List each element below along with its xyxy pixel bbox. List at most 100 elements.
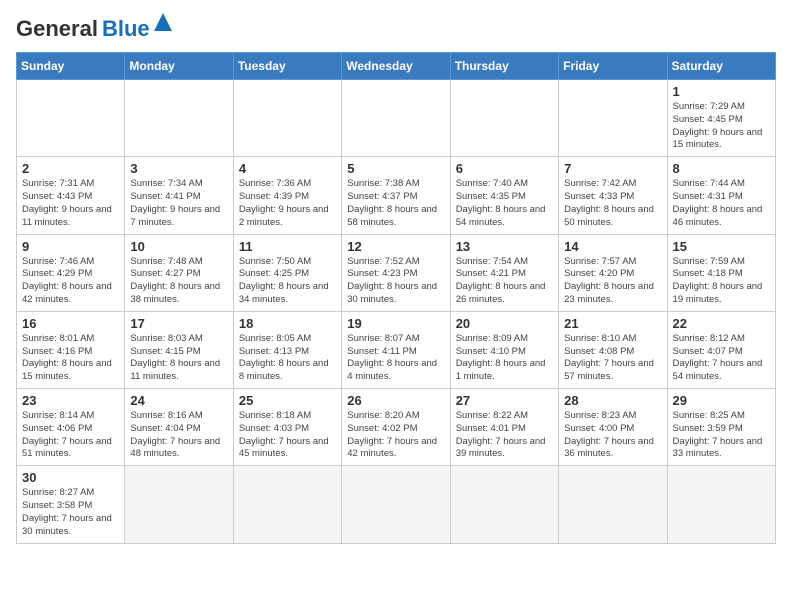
calendar-week-row: 2Sunrise: 7:31 AMSunset: 4:43 PMDaylight… (17, 157, 776, 234)
day-number: 19 (347, 316, 444, 331)
calendar-cell: 24 Sunrise: 8:16 AMSunset: 4:04 PMDayligh… (125, 389, 233, 466)
calendar-cell: 11 Sunrise: 7:50 AMSunset: 4:25 PMDayligh… (233, 234, 341, 311)
logo-blue-text: Blue (102, 16, 150, 42)
day-number: 16 (22, 316, 119, 331)
day-info: Sunrise: 8:16 AMSunset: 4:04 PMDaylight:… (130, 410, 227, 461)
day-number: 29 (673, 393, 770, 408)
day-info: Sunrise: 8:18 AMSunset: 4:03 PMDaylight:… (239, 410, 336, 461)
day-info: Sunrise: 8:20 AMSunset: 4:02 PMDaylight:… (347, 410, 444, 461)
calendar-cell: 10Sunrise: 7:48 AMSunset: 4:27 PMDayligh… (125, 234, 233, 311)
day-info: Sunrise: 7:54 AMSunset: 4:21 PMDaylight:… (456, 256, 553, 307)
day-number: 26 (347, 393, 444, 408)
day-info: Sunrise: 7:42 AMSunset: 4:33 PMDaylight:… (564, 178, 661, 229)
day-info: Sunrise: 7:31 AMSunset: 4:43 PMDaylight:… (22, 178, 119, 229)
calendar-cell: 5Sunrise: 7:38 AMSunset: 4:37 PMDaylight… (342, 157, 450, 234)
day-info: Sunrise: 8:14 AMSunset: 4:06 PMDaylight:… (22, 410, 119, 461)
day-info: Sunrise: 8:27 AMSunset: 3:58 PMDaylight:… (22, 487, 119, 538)
day-info: Sunrise: 8:10 AMSunset: 4:08 PMDaylight:… (564, 333, 661, 384)
day-number: 15 (673, 239, 770, 254)
calendar-cell: 8 Sunrise: 7:44 AMSunset: 4:31 PMDaylight… (667, 157, 775, 234)
day-number: 7 (564, 161, 661, 176)
calendar-cell (125, 466, 233, 543)
calendar-cell: 26 Sunrise: 8:20 AMSunset: 4:02 PMDayligh… (342, 389, 450, 466)
day-info: Sunrise: 8:01 AMSunset: 4:16 PMDaylight:… (22, 333, 119, 384)
calendar-cell (125, 80, 233, 157)
day-info: Sunrise: 8:25 AMSunset: 3:59 PMDaylight:… (673, 410, 770, 461)
day-number: 4 (239, 161, 336, 176)
calendar-cell: 18 Sunrise: 8:05 AMSunset: 4:13 PMDayligh… (233, 311, 341, 388)
calendar-cell: 9 Sunrise: 7:46 AMSunset: 4:29 PMDaylight… (17, 234, 125, 311)
day-info: Sunrise: 7:50 AMSunset: 4:25 PMDaylight:… (239, 256, 336, 307)
day-number: 5 (347, 161, 444, 176)
calendar-cell: 20Sunrise: 8:09 AMSunset: 4:10 PMDayligh… (450, 311, 558, 388)
day-info: Sunrise: 7:29 AMSunset: 4:45 PMDaylight:… (673, 101, 770, 152)
day-number: 11 (239, 239, 336, 254)
day-number: 1 (673, 84, 770, 99)
day-number: 28 (564, 393, 661, 408)
calendar-cell: 12 Sunrise: 7:52 AMSunset: 4:23 PMDayligh… (342, 234, 450, 311)
day-number: 13 (456, 239, 553, 254)
calendar-cell (233, 466, 341, 543)
calendar-cell: 30 Sunrise: 8:27 AMSunset: 3:58 PMDayligh… (17, 466, 125, 543)
day-number: 9 (22, 239, 119, 254)
logo: General Blue (16, 16, 172, 42)
day-info: Sunrise: 7:57 AMSunset: 4:20 PMDaylight:… (564, 256, 661, 307)
calendar-cell (450, 466, 558, 543)
calendar-cell: 6 Sunrise: 7:40 AMSunset: 4:35 PMDaylight… (450, 157, 558, 234)
day-info: Sunrise: 7:34 AMSunset: 4:41 PMDaylight:… (130, 178, 227, 229)
logo-general-text: General (16, 16, 98, 42)
day-number: 21 (564, 316, 661, 331)
calendar-cell (342, 466, 450, 543)
day-number: 12 (347, 239, 444, 254)
col-header-friday: Friday (559, 53, 667, 80)
calendar-cell: 17 Sunrise: 8:03 AMSunset: 4:15 PMDayligh… (125, 311, 233, 388)
calendar-week-row: 9 Sunrise: 7:46 AMSunset: 4:29 PMDaylight… (17, 234, 776, 311)
calendar-cell (559, 466, 667, 543)
calendar-cell (233, 80, 341, 157)
calendar-week-row: 1 Sunrise: 7:29 AMSunset: 4:45 PMDaylight… (17, 80, 776, 157)
day-number: 18 (239, 316, 336, 331)
day-info: Sunrise: 8:03 AMSunset: 4:15 PMDaylight:… (130, 333, 227, 384)
day-number: 25 (239, 393, 336, 408)
calendar-cell: 4 Sunrise: 7:36 AMSunset: 4:39 PMDaylight… (233, 157, 341, 234)
day-info: Sunrise: 7:44 AMSunset: 4:31 PMDaylight:… (673, 178, 770, 229)
calendar-cell (342, 80, 450, 157)
col-header-wednesday: Wednesday (342, 53, 450, 80)
calendar-cell: 28 Sunrise: 8:23 AMSunset: 4:00 PMDayligh… (559, 389, 667, 466)
day-info: Sunrise: 8:22 AMSunset: 4:01 PMDaylight:… (456, 410, 553, 461)
day-number: 3 (130, 161, 227, 176)
calendar-cell (559, 80, 667, 157)
calendar-cell: 1 Sunrise: 7:29 AMSunset: 4:45 PMDaylight… (667, 80, 775, 157)
calendar-cell: 2Sunrise: 7:31 AMSunset: 4:43 PMDaylight… (17, 157, 125, 234)
calendar-cell: 13 Sunrise: 7:54 AMSunset: 4:21 PMDayligh… (450, 234, 558, 311)
day-info: Sunrise: 7:52 AMSunset: 4:23 PMDaylight:… (347, 256, 444, 307)
calendar-cell: 27 Sunrise: 8:22 AMSunset: 4:01 PMDayligh… (450, 389, 558, 466)
calendar-cell (450, 80, 558, 157)
calendar-cell: 22Sunrise: 8:12 AMSunset: 4:07 PMDayligh… (667, 311, 775, 388)
calendar-cell (17, 80, 125, 157)
day-info: Sunrise: 8:12 AMSunset: 4:07 PMDaylight:… (673, 333, 770, 384)
day-number: 24 (130, 393, 227, 408)
day-number: 17 (130, 316, 227, 331)
col-header-thursday: Thursday (450, 53, 558, 80)
day-number: 6 (456, 161, 553, 176)
day-number: 8 (673, 161, 770, 176)
day-info: Sunrise: 7:46 AMSunset: 4:29 PMDaylight:… (22, 256, 119, 307)
day-info: Sunrise: 7:48 AMSunset: 4:27 PMDaylight:… (130, 256, 227, 307)
day-number: 14 (564, 239, 661, 254)
col-header-tuesday: Tuesday (233, 53, 341, 80)
calendar-cell: 29 Sunrise: 8:25 AMSunset: 3:59 PMDayligh… (667, 389, 775, 466)
calendar-cell: 25 Sunrise: 8:18 AMSunset: 4:03 PMDayligh… (233, 389, 341, 466)
day-number: 30 (22, 470, 119, 485)
day-number: 27 (456, 393, 553, 408)
col-header-sunday: Sunday (17, 53, 125, 80)
day-info: Sunrise: 7:40 AMSunset: 4:35 PMDaylight:… (456, 178, 553, 229)
day-number: 20 (456, 316, 553, 331)
calendar-cell: 3 Sunrise: 7:34 AMSunset: 4:41 PMDaylight… (125, 157, 233, 234)
day-info: Sunrise: 7:36 AMSunset: 4:39 PMDaylight:… (239, 178, 336, 229)
header: General Blue (16, 16, 776, 42)
calendar-cell: 19Sunrise: 8:07 AMSunset: 4:11 PMDayligh… (342, 311, 450, 388)
calendar-cell: 15Sunrise: 7:59 AMSunset: 4:18 PMDayligh… (667, 234, 775, 311)
day-info: Sunrise: 8:05 AMSunset: 4:13 PMDaylight:… (239, 333, 336, 384)
day-info: Sunrise: 8:23 AMSunset: 4:00 PMDaylight:… (564, 410, 661, 461)
